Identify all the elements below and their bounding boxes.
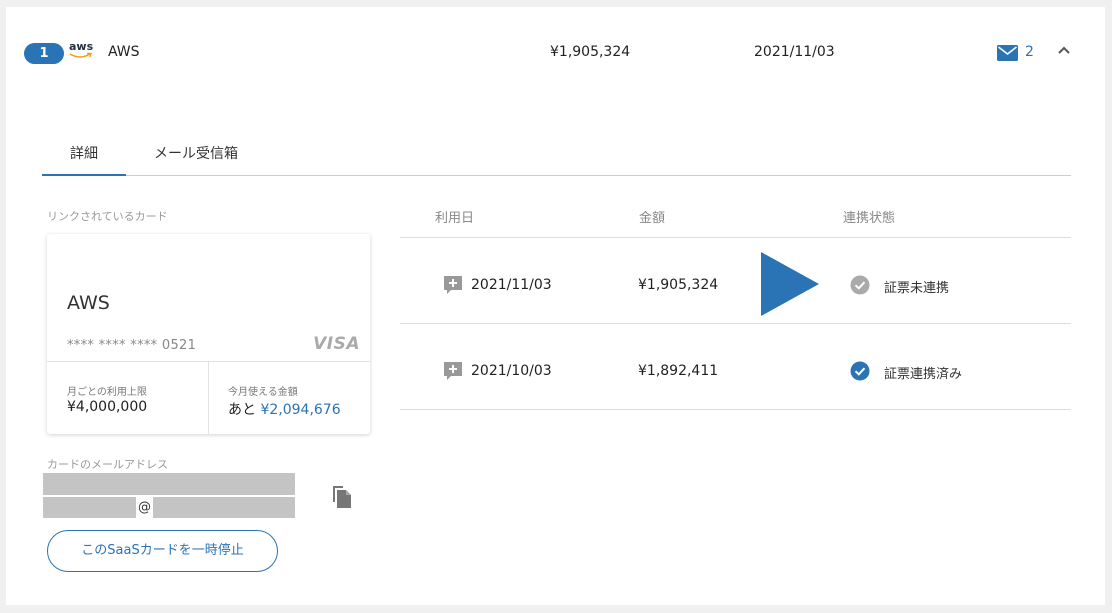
service-panel: 1 aws AWS ¥1,905,324 2021/11/03 2 詳細 メール…: [6, 7, 1105, 605]
row-date: 2021/10/03: [471, 363, 552, 379]
service-date: 2021/11/03: [754, 44, 835, 60]
check-circle-blue-icon: [850, 361, 870, 385]
pause-card-button[interactable]: このSaaSカードを一時停止: [47, 530, 278, 572]
table-header: 利用日 金額 連携状態: [400, 207, 1071, 238]
available-amount-label: 今月使える金額: [228, 387, 298, 398]
copy-icon: [333, 486, 351, 508]
tab-mail-inbox[interactable]: メール受信箱: [154, 143, 238, 163]
available-prefix: あと: [228, 402, 256, 418]
play-arrow-icon: [761, 252, 819, 316]
redacted-email-domain: [153, 497, 295, 518]
index-badge: 1: [24, 43, 64, 64]
card-email-label: カードのメールアドレス: [47, 458, 168, 471]
column-header-amount: 金額: [639, 211, 666, 226]
column-header-status: 連携状態: [843, 211, 896, 226]
row-status: 証票未連携: [884, 281, 950, 296]
monthly-limit-value: ¥4,000,000: [67, 399, 148, 415]
row-date: 2021/11/03: [471, 277, 552, 293]
email-at-sign: @: [137, 497, 152, 518]
envelope-icon: [997, 45, 1018, 61]
tab-details[interactable]: 詳細: [42, 143, 126, 176]
card-divider-vertical: [208, 362, 209, 434]
redacted-email-local: [43, 497, 136, 518]
mail-count: 2: [1025, 44, 1034, 60]
linked-card: AWS **** **** **** 0521 VISA 月ごとの利用上限 ¥4…: [47, 234, 370, 434]
table-row[interactable]: 2021/11/03 ¥1,905,324 証票未連携: [400, 238, 1071, 324]
copy-email-button[interactable]: [330, 484, 354, 510]
mail-count-button[interactable]: 2: [997, 44, 1043, 64]
row-amount: ¥1,892,411: [638, 363, 719, 379]
available-amount-value: ¥2,094,676: [260, 402, 341, 418]
aws-smile-icon: [69, 52, 92, 58]
visa-logo: VISA: [313, 334, 360, 354]
check-circle-gray-icon: [850, 275, 870, 299]
aws-logo: aws: [69, 41, 95, 63]
monthly-limit-label: 月ごとの利用上限: [67, 387, 147, 398]
add-comment-icon[interactable]: [443, 275, 463, 299]
column-header-date: 利用日: [435, 211, 475, 226]
card-name: AWS: [67, 292, 110, 314]
card-number: **** **** **** 0521: [67, 338, 197, 353]
service-name: AWS: [108, 44, 140, 60]
redacted-email-line-1: [43, 473, 295, 495]
service-amount: ¥1,905,324: [550, 44, 631, 60]
detail-tabs: 詳細 メール受信箱: [42, 133, 1071, 176]
linked-card-label: リンクされているカード: [47, 210, 168, 223]
row-amount: ¥1,905,324: [638, 277, 719, 293]
table-row[interactable]: 2021/10/03 ¥1,892,411 証票連携済み: [400, 324, 1071, 410]
chevron-up-icon: [1058, 46, 1070, 54]
service-header-row[interactable]: 1 aws AWS ¥1,905,324 2021/11/03 2: [6, 7, 1105, 99]
available-amount: あと ¥2,094,676: [228, 399, 341, 419]
row-status: 証票連携済み: [884, 367, 963, 382]
add-comment-icon[interactable]: [443, 361, 463, 385]
collapse-button[interactable]: [1054, 41, 1074, 61]
